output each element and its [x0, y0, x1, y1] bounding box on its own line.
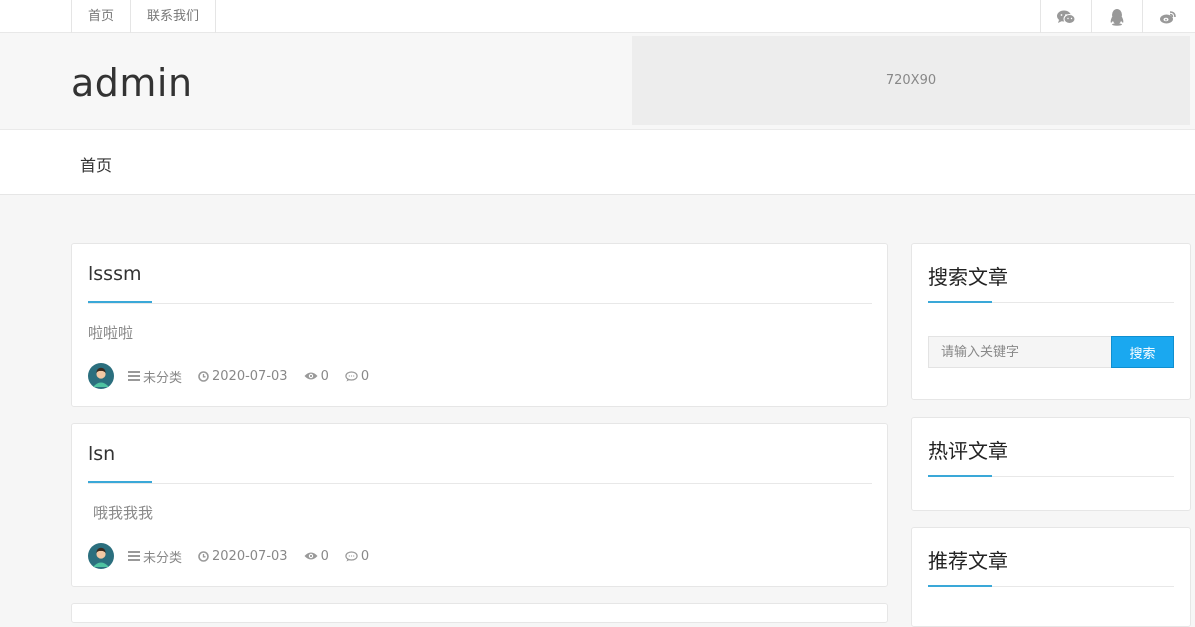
- avatar[interactable]: [88, 363, 114, 389]
- widget-title: 搜索文章: [928, 265, 1008, 289]
- clock-icon: [198, 550, 209, 562]
- post-views-count: 0: [320, 368, 329, 384]
- post-views-count: 0: [320, 548, 329, 564]
- post-date-label: 2020-07-03: [212, 368, 288, 384]
- ad-banner-label: 720X90: [885, 73, 937, 88]
- post-divider: [88, 303, 872, 304]
- post-views: 0: [304, 549, 329, 564]
- post-comments-count: 0: [360, 548, 370, 564]
- post-meta: 未分类 2020-07-03 0 0: [88, 363, 385, 389]
- post-date: 2020-07-03: [198, 369, 288, 384]
- hot-articles-widget: 热评文章: [911, 417, 1191, 511]
- post-comments[interactable]: 0: [345, 369, 369, 384]
- post-category-label: 未分类: [143, 370, 183, 386]
- comment-icon: [345, 550, 358, 561]
- post-meta: 未分类 2020-07-03 0 0: [88, 543, 385, 569]
- post-date: 2020-07-03: [198, 549, 288, 564]
- post-card: lsn 哦我我我 未分类 2020-07-03 0 0: [71, 423, 888, 587]
- post-comments[interactable]: 0: [345, 549, 369, 564]
- list-icon: [128, 551, 140, 561]
- post-title-accent: [88, 481, 152, 483]
- post-title[interactable]: lsn: [88, 443, 115, 465]
- widget-title: 热评文章: [928, 439, 1008, 463]
- widget-title-accent: [928, 585, 992, 587]
- top-link-contact[interactable]: 联系我们: [130, 0, 217, 33]
- recommended-articles-widget: 推荐文章: [911, 527, 1191, 627]
- widget-title: 推荐文章: [928, 549, 1008, 573]
- eye-icon: [304, 552, 318, 560]
- post-title[interactable]: lsssm: [88, 263, 141, 285]
- site-title[interactable]: admin: [71, 61, 193, 105]
- post-title-accent: [88, 301, 152, 303]
- post-excerpt: 哦我我我: [93, 504, 154, 522]
- search-widget: 搜索文章 搜索: [911, 243, 1191, 400]
- list-icon: [128, 371, 140, 381]
- post-comments-count: 0: [360, 368, 370, 384]
- comment-icon: [345, 370, 358, 381]
- clock-icon: [198, 370, 209, 382]
- post-date-label: 2020-07-03: [212, 548, 288, 564]
- search-input[interactable]: [928, 336, 1112, 368]
- post-views: 0: [304, 369, 329, 384]
- main-nav: 首页: [0, 130, 1195, 195]
- top-link-home[interactable]: 首页: [71, 0, 130, 33]
- qq-icon[interactable]: [1091, 0, 1142, 33]
- post-category[interactable]: 未分类: [128, 367, 182, 386]
- search-button[interactable]: 搜索: [1111, 336, 1174, 368]
- eye-icon: [304, 372, 318, 380]
- widget-title-accent: [928, 301, 992, 303]
- top-links: 首页 联系我们: [71, 0, 217, 33]
- post-divider: [88, 483, 872, 484]
- site-header: admin 720X90: [0, 33, 1195, 130]
- post-excerpt: 啦啦啦: [88, 324, 134, 342]
- post-category[interactable]: 未分类: [128, 547, 182, 566]
- nav-item-home[interactable]: 首页: [80, 152, 112, 176]
- post-card: lsssm 啦啦啦 未分类 2020-07-03 0 0: [71, 243, 888, 407]
- widget-title-accent: [928, 475, 992, 477]
- top-bar: 首页 联系我们: [0, 0, 1195, 33]
- post-category-label: 未分类: [143, 550, 183, 566]
- social-icons: [1040, 0, 1193, 33]
- avatar[interactable]: [88, 543, 114, 569]
- wechat-icon[interactable]: [1040, 0, 1091, 33]
- post-card: [71, 603, 888, 623]
- weibo-icon[interactable]: [1142, 0, 1193, 33]
- ad-banner[interactable]: 720X90: [632, 36, 1190, 125]
